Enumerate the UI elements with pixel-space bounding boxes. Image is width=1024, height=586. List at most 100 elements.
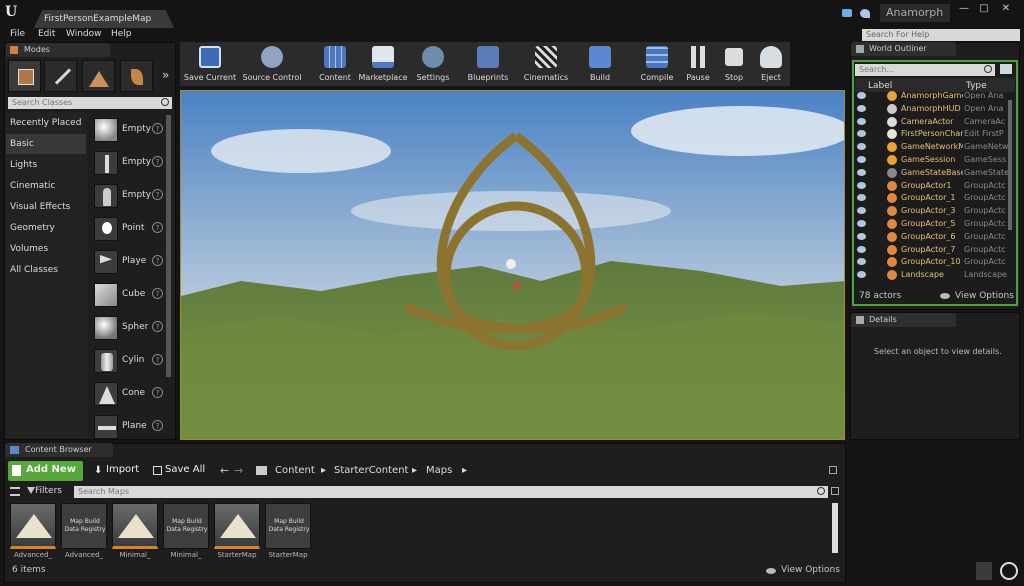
class-item-cube[interactable]: Cube? bbox=[92, 280, 166, 310]
menu-edit[interactable]: Edit bbox=[38, 29, 55, 39]
class-item-player-start[interactable]: Playe? bbox=[92, 247, 166, 277]
help-icon[interactable]: ? bbox=[152, 255, 163, 266]
menu-help[interactable]: Help bbox=[111, 29, 132, 39]
microphone-icon[interactable] bbox=[976, 562, 992, 580]
class-item-empty-actor[interactable]: Empty? bbox=[92, 115, 166, 145]
feedback-icon[interactable] bbox=[860, 9, 870, 18]
build-button[interactable]: Build bbox=[584, 44, 616, 84]
class-item-plane[interactable]: Plane? bbox=[92, 412, 166, 442]
category-lights[interactable]: Lights bbox=[6, 155, 86, 175]
marketplace-button[interactable]: Marketplace bbox=[358, 44, 408, 84]
unreal-logo-icon[interactable]: U bbox=[5, 4, 23, 22]
outliner-row[interactable]: GroupActor_7 GroupActc bbox=[855, 244, 1010, 257]
registry-asset-thumbnail[interactable]: Map Build Data Registry bbox=[163, 503, 209, 549]
modes-tab[interactable]: Modes bbox=[6, 43, 110, 57]
help-icon[interactable]: ? bbox=[152, 222, 163, 233]
help-icon[interactable]: ? bbox=[152, 420, 163, 431]
save-current-button[interactable]: Save Current bbox=[182, 44, 238, 84]
class-item-cone[interactable]: Cone? bbox=[92, 379, 166, 409]
outliner-row[interactable]: GroupActor_10 GroupActc bbox=[855, 256, 1010, 269]
visibility-eye-icon[interactable] bbox=[857, 232, 866, 240]
save-search-icon[interactable] bbox=[831, 487, 839, 495]
visibility-eye-icon[interactable] bbox=[857, 143, 866, 151]
stop-button[interactable]: Stop bbox=[718, 44, 750, 84]
help-icon[interactable]: ? bbox=[152, 387, 163, 398]
close-button[interactable]: ✕ bbox=[998, 2, 1014, 15]
visibility-eye-icon[interactable] bbox=[857, 104, 866, 112]
landscape-mode-button[interactable] bbox=[82, 60, 115, 92]
visibility-eye-icon[interactable] bbox=[857, 220, 866, 227]
help-search-input[interactable]: Search For Help bbox=[862, 29, 1020, 41]
category-recently-placed[interactable]: Recently Placed bbox=[6, 113, 86, 133]
help-icon[interactable]: ? bbox=[152, 288, 163, 299]
outliner-row[interactable]: CameraActor CameraAc bbox=[855, 116, 1010, 129]
class-item-empty-pawn[interactable]: Empty? bbox=[92, 181, 166, 211]
help-icon[interactable]: ? bbox=[152, 321, 163, 332]
level-viewport[interactable] bbox=[180, 90, 845, 440]
outliner-row[interactable]: GroupActor1 GroupActc bbox=[855, 180, 1010, 193]
outliner-row[interactable]: GameNetworkMaGameNetw bbox=[855, 141, 1010, 154]
category-all-classes[interactable]: All Classes bbox=[6, 260, 86, 280]
filters-button[interactable]: Filters bbox=[35, 486, 62, 496]
settings-button[interactable]: Settings bbox=[414, 44, 452, 84]
forward-arrow-icon[interactable]: → bbox=[234, 464, 243, 477]
content-button[interactable]: Content bbox=[316, 44, 354, 84]
class-list-scrollbar[interactable] bbox=[166, 115, 171, 377]
place-mode-button[interactable] bbox=[8, 60, 41, 92]
class-item-empty-character[interactable]: Empty? bbox=[92, 148, 166, 178]
breadcrumb-starter-content[interactable]: StarterContent bbox=[334, 465, 408, 476]
registry-asset-thumbnail[interactable]: Map Build Data Registry bbox=[265, 503, 311, 549]
map-asset-thumbnail[interactable] bbox=[112, 503, 158, 549]
cinematics-button[interactable]: Cinematics bbox=[520, 44, 572, 84]
menu-file[interactable]: File bbox=[10, 29, 25, 39]
maximize-button[interactable]: □ bbox=[976, 2, 992, 15]
class-item-sphere[interactable]: Spher? bbox=[92, 313, 166, 343]
breadcrumb-content[interactable]: Content bbox=[275, 465, 315, 476]
outliner-search-input[interactable]: Search... bbox=[855, 64, 995, 76]
menu-window[interactable]: Window bbox=[66, 29, 102, 39]
visibility-eye-icon[interactable] bbox=[857, 168, 866, 176]
help-icon[interactable]: ? bbox=[152, 189, 163, 200]
pause-button[interactable]: Pause bbox=[682, 44, 714, 84]
category-geometry[interactable]: Geometry bbox=[6, 218, 86, 238]
add-folder-icon[interactable] bbox=[1000, 64, 1012, 74]
details-tab[interactable]: Details bbox=[851, 313, 956, 327]
class-item-cylinder[interactable]: Cylin? bbox=[92, 346, 166, 376]
map-asset-thumbnail[interactable] bbox=[214, 503, 260, 549]
asset-scrollbar[interactable] bbox=[832, 503, 838, 553]
notification-icon[interactable] bbox=[842, 9, 852, 17]
outliner-row[interactable]: GameSession GameSess bbox=[855, 154, 1010, 167]
visibility-eye-icon[interactable] bbox=[857, 117, 866, 125]
help-icon[interactable]: ? bbox=[152, 354, 163, 365]
visibility-eye-icon[interactable] bbox=[857, 194, 866, 202]
more-modes-icon[interactable]: » bbox=[162, 68, 169, 82]
map-asset-thumbnail[interactable] bbox=[10, 503, 56, 549]
category-basic[interactable]: Basic bbox=[6, 134, 86, 154]
world-outliner-tab[interactable]: World Outliner bbox=[851, 42, 956, 56]
help-icon[interactable]: ? bbox=[152, 123, 163, 134]
outliner-row[interactable]: GroupActor_1 GroupActc bbox=[855, 192, 1010, 205]
outliner-row[interactable]: AnamorphHUD Open Ana bbox=[855, 103, 1010, 116]
visibility-eye-icon[interactable] bbox=[857, 156, 866, 163]
outliner-row[interactable]: GroupActor_3 GroupActc bbox=[855, 205, 1010, 218]
visibility-eye-icon[interactable] bbox=[857, 130, 866, 138]
category-cinematic[interactable]: Cinematic bbox=[6, 176, 86, 196]
eject-button[interactable]: Eject bbox=[754, 44, 788, 84]
visibility-eye-icon[interactable] bbox=[857, 271, 866, 279]
refresh-icon[interactable] bbox=[1000, 562, 1018, 580]
visibility-eye-icon[interactable] bbox=[857, 92, 866, 99]
sources-toggle-icon[interactable] bbox=[10, 487, 20, 496]
blueprints-button[interactable]: Blueprints bbox=[464, 44, 512, 84]
class-item-point-light[interactable]: Point? bbox=[92, 214, 166, 244]
registry-asset-thumbnail[interactable]: Map Build Data Registry bbox=[61, 503, 107, 549]
visibility-eye-icon[interactable] bbox=[857, 245, 866, 253]
compile-button[interactable]: Compile bbox=[638, 44, 676, 84]
back-arrow-icon[interactable]: ← bbox=[220, 464, 229, 477]
visibility-eye-icon[interactable] bbox=[857, 181, 866, 189]
visibility-eye-icon[interactable] bbox=[857, 258, 866, 266]
outliner-row[interactable]: GroupActor_5 GroupActc bbox=[855, 218, 1010, 231]
outliner-scrollbar[interactable] bbox=[1008, 100, 1012, 230]
content-view-options[interactable]: View Options bbox=[781, 565, 840, 575]
minimize-button[interactable]: — bbox=[956, 2, 972, 15]
search-maps-input[interactable]: Search Maps bbox=[74, 486, 828, 498]
